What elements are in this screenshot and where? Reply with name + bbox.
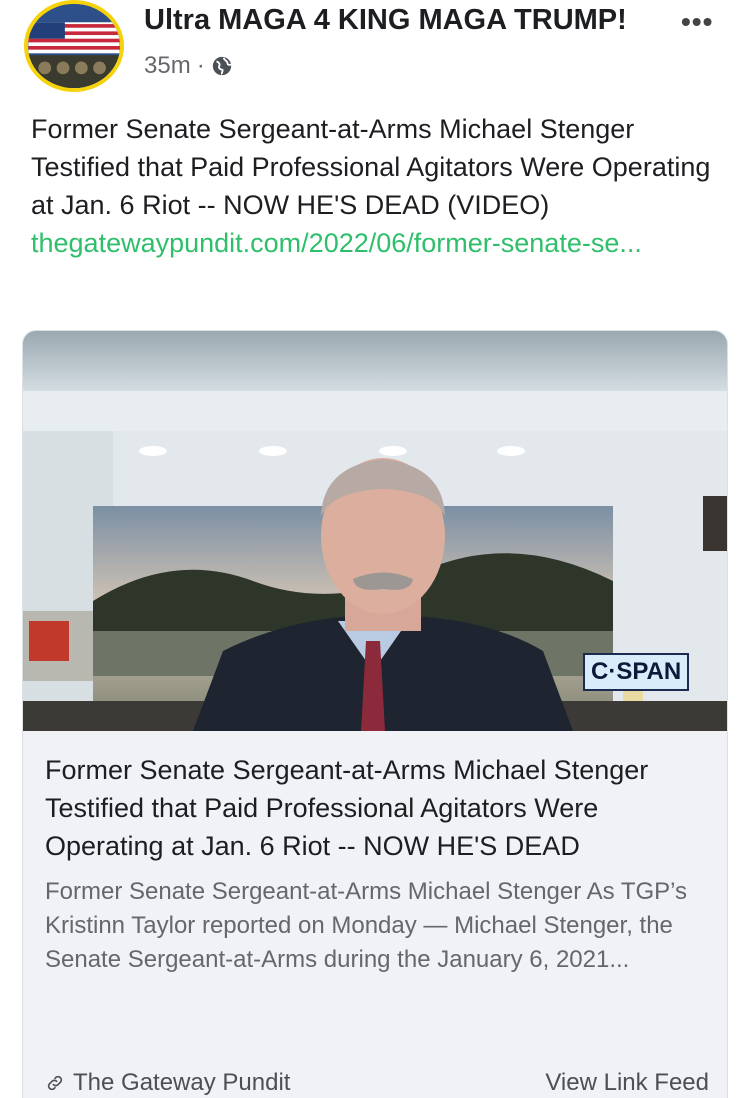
source-group: The Gateway Pundit xyxy=(45,1069,290,1097)
post-body: Former Senate Sergeant-at-Arms Michael S… xyxy=(31,114,711,220)
view-link-feed-button[interactable]: View Link Feed xyxy=(545,1069,709,1097)
post-text: Former Senate Sergeant-at-Arms Michael S… xyxy=(31,110,721,262)
post-meta: 35m · xyxy=(144,52,233,80)
link-preview-card[interactable]: C·SPAN Former Senate Sergeant-at-Arms Mi… xyxy=(22,330,728,1098)
more-options-icon[interactable]: ••• xyxy=(681,6,713,38)
author-avatar[interactable] xyxy=(24,0,124,92)
post-link[interactable]: thegatewaypundit.com/2022/06/former-sena… xyxy=(31,228,642,258)
card-title[interactable]: Former Senate Sergeant-at-Arms Michael S… xyxy=(45,751,709,865)
card-description: Former Senate Sergeant-at-Arms Michael S… xyxy=(45,878,688,973)
link-icon xyxy=(47,1075,63,1091)
preview-thumbnail[interactable]: C·SPAN xyxy=(23,331,727,731)
globe-icon xyxy=(212,56,232,76)
source-name[interactable]: The Gateway Pundit xyxy=(73,1069,290,1097)
post-header: Ultra MAGA 4 KING MAGA TRUMP! ••• 35m · xyxy=(0,0,750,100)
card-body: Former Senate Sergeant-at-Arms Michael S… xyxy=(45,751,709,977)
card-footer: The Gateway Pundit View Link Feed xyxy=(45,1069,709,1097)
cspan-watermark: C·SPAN xyxy=(583,653,690,691)
flag-image xyxy=(28,4,120,88)
author-name[interactable]: Ultra MAGA 4 KING MAGA TRUMP! xyxy=(144,4,664,37)
meta-separator: · xyxy=(196,52,205,79)
post-time[interactable]: 35m xyxy=(144,52,191,80)
